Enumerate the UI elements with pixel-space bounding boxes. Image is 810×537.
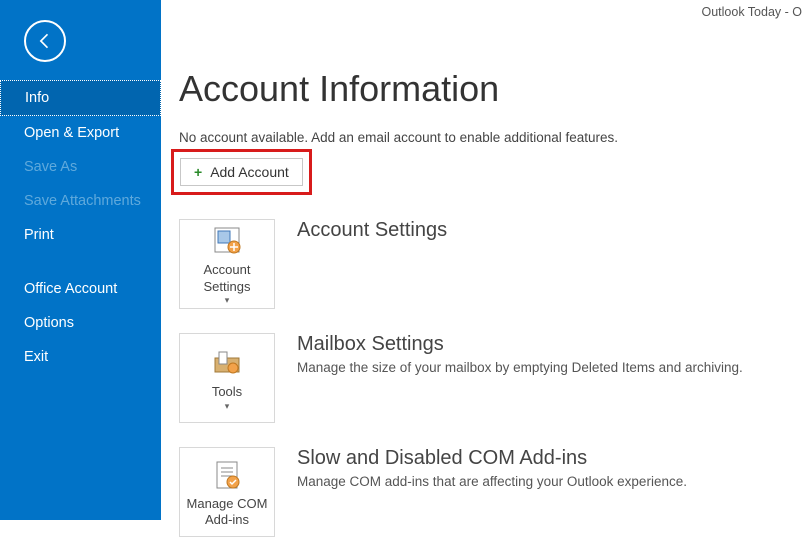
tile-label: Tools	[212, 384, 242, 400]
nav-item-open-export[interactable]: Open & Export	[0, 116, 161, 150]
section-desc: Manage the size of your mailbox by empty…	[297, 360, 743, 375]
nav-item-save-as: Save As	[0, 150, 161, 184]
section-desc: Manage COM add-ins that are affecting yo…	[297, 474, 687, 489]
window-title: Outlook Today - O	[701, 5, 802, 19]
add-account-label: Add Account	[210, 164, 289, 180]
dropdown-caret-icon: ▾	[225, 295, 230, 306]
nav-item-info[interactable]: Info	[0, 80, 161, 116]
back-button[interactable]	[24, 20, 66, 62]
nav-item-options[interactable]: Options	[0, 306, 161, 340]
section-2: Manage COM Add-ins Slow and Disabled COM …	[179, 447, 792, 537]
nav-item-save-attachments: Save Attachments	[0, 184, 161, 218]
section-title: Slow and Disabled COM Add-ins	[297, 447, 687, 470]
nav-item-office-account[interactable]: Office Account	[0, 272, 161, 306]
backstage-sidebar: InfoOpen & ExportSave AsSave Attachments…	[0, 0, 161, 520]
page-heading: Account Information	[179, 68, 792, 110]
nav-item-exit[interactable]: Exit	[0, 340, 161, 374]
section-1: Tools▾ Mailbox Settings Manage the size of…	[179, 333, 792, 423]
tile-button-account-settings[interactable]: Account Settings▾	[179, 219, 275, 309]
tile-label: Account Settings	[186, 262, 268, 295]
tile-button-tools[interactable]: Tools▾	[179, 333, 275, 423]
section-title: Account Settings	[297, 219, 447, 242]
tile-label: Manage COM Add-ins	[186, 496, 268, 529]
tile-icon	[209, 456, 245, 492]
section-body: Slow and Disabled COM Add-ins Manage COM …	[297, 447, 687, 537]
tile-icon	[209, 344, 245, 380]
section-0: Account Settings▾Account Settings	[179, 219, 792, 309]
nav-item-print[interactable]: Print	[0, 218, 161, 252]
add-account-button[interactable]: + Add Account	[180, 158, 303, 186]
dropdown-caret-icon: ▾	[225, 401, 230, 412]
section-body: Account Settings	[297, 219, 447, 309]
tile-icon	[209, 222, 245, 258]
tile-button-manage-com-add-ins[interactable]: Manage COM Add-ins	[179, 447, 275, 537]
tutorial-highlight: + Add Account	[171, 149, 312, 195]
arrow-left-icon	[35, 31, 55, 51]
section-title: Mailbox Settings	[297, 333, 743, 356]
plus-icon: +	[194, 164, 202, 180]
section-body: Mailbox Settings Manage the size of your …	[297, 333, 743, 423]
account-subtext: No account available. Add an email accou…	[179, 130, 792, 145]
main-content: Outlook Today - O Account Information No…	[161, 0, 810, 520]
